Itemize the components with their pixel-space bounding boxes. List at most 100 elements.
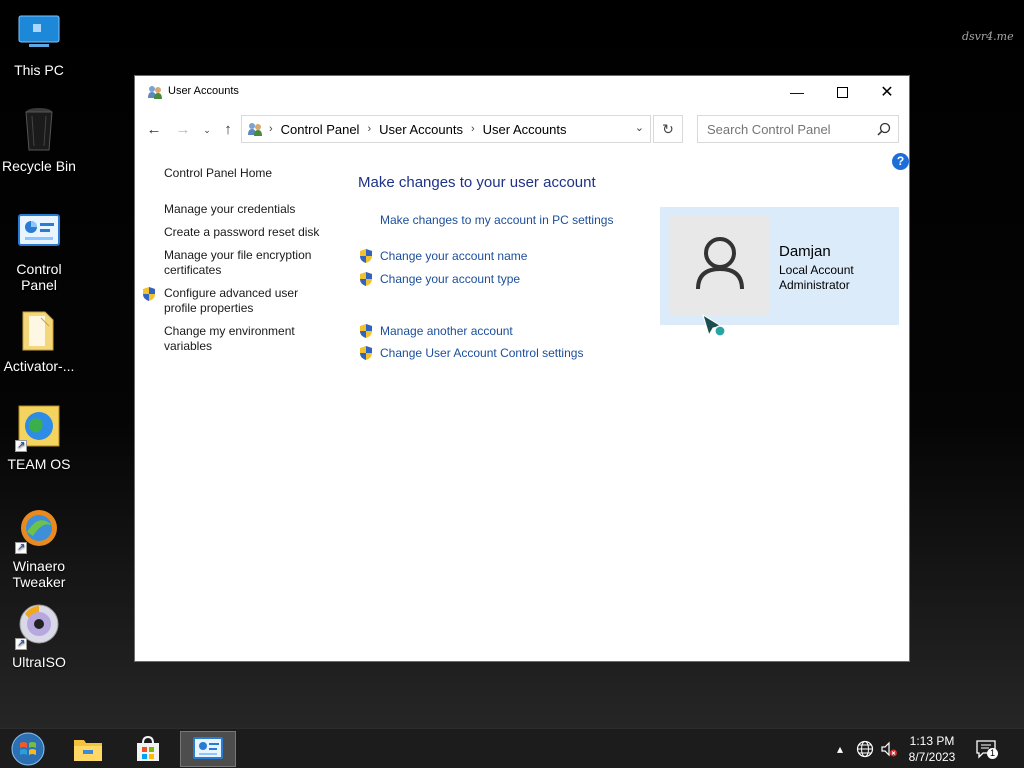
- sidebar-link-manage-credentials[interactable]: Manage your credentials: [164, 202, 324, 217]
- shortcut-arrow-icon: [15, 540, 27, 556]
- microsoft-store-icon: [137, 735, 159, 761]
- breadcrumb-user-accounts[interactable]: User Accounts: [379, 122, 463, 137]
- desktop-icon-label: Recycle Bin: [2, 158, 76, 174]
- manage-another-account-link[interactable]: Manage another account: [380, 324, 513, 338]
- close-icon: ✕: [880, 84, 894, 101]
- address-bar[interactable]: › Control Panel › User Accounts › User A…: [241, 115, 651, 143]
- network-button[interactable]: [853, 729, 877, 768]
- uac-shield-icon: [358, 271, 374, 287]
- forward-button[interactable]: →: [173, 120, 193, 140]
- shortcut-arrow-icon: [15, 438, 27, 454]
- ultraiso-icon: [15, 602, 63, 652]
- pc-settings-link[interactable]: Make changes to my account in PC setting…: [380, 213, 613, 227]
- show-hidden-icons-button[interactable]: ▴: [832, 729, 848, 768]
- change-account-name-link[interactable]: Change your account name: [380, 249, 527, 263]
- mouse-cursor-icon: [701, 313, 727, 341]
- search-box[interactable]: [697, 115, 899, 143]
- this-pc-icon: [15, 10, 63, 58]
- system-clock[interactable]: 1:13 PM 8/7/2023: [900, 733, 964, 765]
- desktop-icon-label: Winaero Tweaker: [12, 558, 66, 590]
- control-panel-icon: [193, 737, 223, 759]
- sidebar-link-password-reset-disk[interactable]: Create a password reset disk: [164, 225, 324, 240]
- sidebar-link-environment-variables[interactable]: Change my environment variables: [164, 324, 324, 354]
- breadcrumb-user-accounts-current[interactable]: User Accounts: [483, 122, 567, 137]
- desktop-icon-this-pc[interactable]: This PC: [0, 10, 78, 78]
- page-title: Make changes to your user account: [358, 174, 596, 191]
- user-accounts-icon: [147, 84, 163, 100]
- refresh-button[interactable]: ↻: [653, 115, 683, 143]
- taskbar: ▴ 1:13 PM 8/7/2023 1: [0, 728, 1024, 768]
- user-avatar-icon: [696, 237, 744, 290]
- taskbar-user-accounts[interactable]: [180, 731, 236, 767]
- window-title: User Accounts: [168, 85, 239, 97]
- desktop-icon-team-os[interactable]: TEAM OS: [0, 404, 78, 472]
- desktop-icon-recycle-bin[interactable]: Recycle Bin: [0, 106, 78, 174]
- back-arrow-icon: ←: [146, 121, 162, 138]
- navigation-bar: ← → ⌄ ↑ › Control Panel › User Accounts …: [135, 114, 909, 146]
- uac-settings-link[interactable]: Change User Account Control settings: [380, 346, 583, 360]
- breadcrumb-control-panel[interactable]: Control Panel: [281, 122, 360, 137]
- breadcrumb-separator-icon: ›: [470, 123, 475, 135]
- volume-muted-icon: [881, 741, 897, 757]
- start-button[interactable]: [0, 731, 56, 767]
- globe-icon: [856, 740, 874, 758]
- action-center-button[interactable]: 1: [972, 729, 1000, 768]
- chevron-down-icon: ⌄: [203, 125, 211, 135]
- team-os-icon: [15, 404, 63, 454]
- back-button[interactable]: ←: [144, 120, 164, 140]
- recycle-bin-icon: [15, 106, 63, 154]
- desktop-icon-label: This PC: [14, 62, 64, 78]
- watermark: dsvr4.me: [962, 30, 1014, 43]
- breadcrumb-separator-icon: ›: [269, 123, 273, 135]
- uac-shield-icon: [141, 286, 157, 302]
- uac-shield-icon: [358, 248, 374, 264]
- desktop-icon-winaero-tweaker[interactable]: Winaero Tweaker: [0, 506, 78, 590]
- address-dropdown-icon[interactable]: ⌄: [635, 121, 644, 134]
- recent-locations-button[interactable]: ⌄: [197, 120, 217, 140]
- up-button[interactable]: ↑: [218, 120, 238, 140]
- volume-button[interactable]: [878, 729, 900, 768]
- chevron-up-icon: ▴: [836, 742, 844, 756]
- sidebar-link-control-panel-home[interactable]: Control Panel Home: [164, 166, 324, 181]
- minimize-button[interactable]: —: [774, 76, 820, 108]
- control-panel-icon: [15, 209, 63, 257]
- sidebar-link-advanced-profile[interactable]: Configure advanced user profile properti…: [164, 286, 324, 316]
- folder-icon: [15, 306, 63, 354]
- sidebar-link-file-encryption[interactable]: Manage your file encryption certificates: [164, 248, 324, 278]
- file-explorer-icon: [74, 740, 102, 761]
- refresh-icon: ↻: [662, 121, 674, 137]
- clock-date: 8/7/2023: [908, 750, 956, 764]
- account-type: Local Account: [779, 263, 854, 277]
- notification-count: 1: [987, 748, 998, 759]
- breadcrumb-separator-icon: ›: [367, 123, 372, 135]
- help-button[interactable]: ?: [892, 153, 909, 170]
- title-bar[interactable]: User Accounts — ✕: [135, 76, 909, 108]
- maximize-button[interactable]: [819, 76, 865, 108]
- user-accounts-window: User Accounts — ✕ ← → ⌄ ↑ › Control Pane…: [134, 75, 910, 662]
- desktop-icon-label: TEAM OS: [7, 456, 71, 472]
- user-name: Damjan: [779, 243, 831, 260]
- desktop-icon-activator[interactable]: Activator-...: [0, 306, 78, 374]
- search-input[interactable]: [698, 116, 868, 142]
- up-arrow-icon: ↑: [224, 121, 232, 138]
- user-account-card[interactable]: Damjan Local Account Administrator: [660, 207, 899, 325]
- maximize-icon: [836, 86, 848, 98]
- desktop-icon-ultraiso[interactable]: UltraISO: [0, 602, 78, 670]
- shortcut-arrow-icon: [15, 636, 27, 652]
- change-account-type-link[interactable]: Change your account type: [380, 272, 520, 286]
- taskbar-file-explorer[interactable]: [60, 731, 116, 767]
- uac-shield-icon: [358, 323, 374, 339]
- windows-start-icon: [11, 732, 45, 766]
- desktop-icon-control-panel[interactable]: Control Panel: [0, 209, 78, 293]
- uac-shield-icon: [358, 345, 374, 361]
- desktop-icon-label: UltraISO: [12, 654, 66, 670]
- close-button[interactable]: ✕: [864, 76, 910, 108]
- search-icon: [877, 122, 891, 136]
- clock-time: 1:13 PM: [909, 734, 955, 748]
- minimize-icon: —: [790, 84, 804, 100]
- winaero-tweaker-icon: [15, 506, 63, 556]
- avatar[interactable]: [670, 215, 770, 315]
- taskbar-microsoft-store[interactable]: [120, 731, 176, 767]
- desktop-icon-label: Activator-...: [3, 358, 75, 374]
- user-accounts-icon: [247, 121, 263, 137]
